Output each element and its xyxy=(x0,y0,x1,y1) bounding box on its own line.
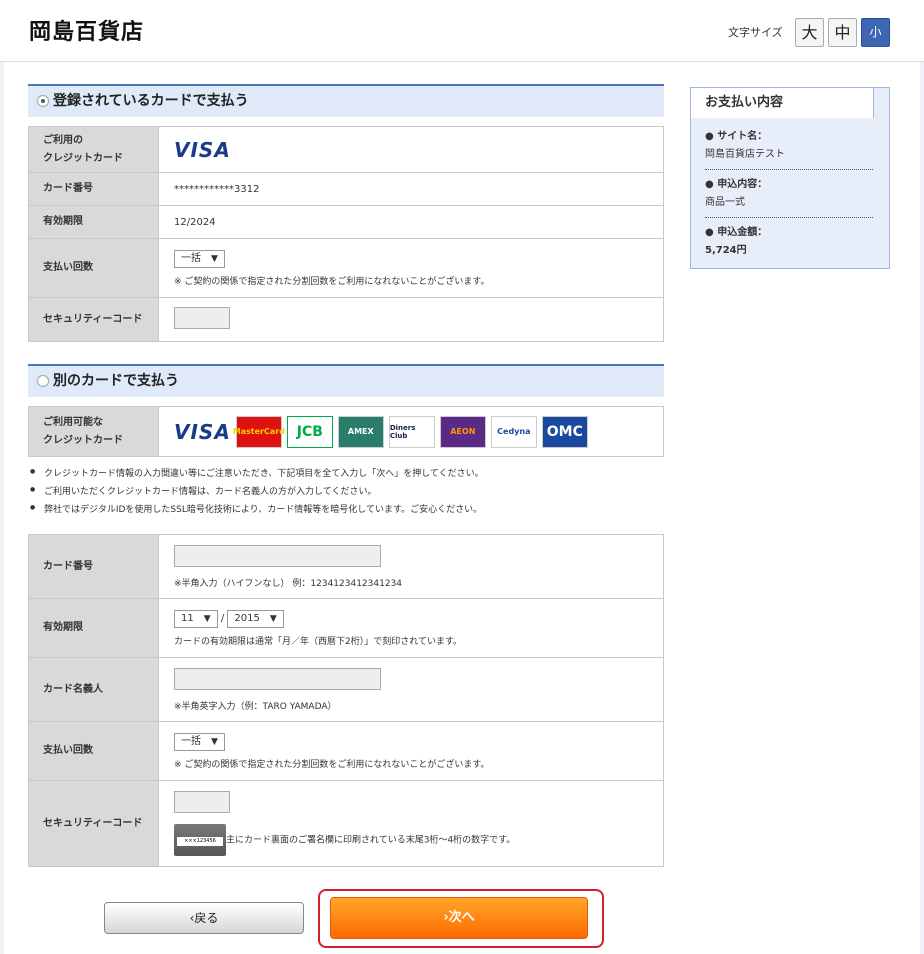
visa-logo: VISA xyxy=(174,419,231,444)
new-installment-note: ※ ご契約の関係で指定された分割回数をご利用になれないことがございます。 xyxy=(174,759,490,770)
expiry-label: 有効期限 xyxy=(28,205,159,239)
installment-select[interactable]: 一括 ▼ xyxy=(174,249,225,268)
omc-logo: OMC xyxy=(541,415,588,448)
font-size-label: 文字サイズ xyxy=(728,26,783,39)
other-card-radio[interactable] xyxy=(37,375,49,387)
card-number-input[interactable] xyxy=(174,544,381,567)
font-size-large-button[interactable]: 大 xyxy=(795,18,824,47)
header: 岡島百貨店 文字サイズ 大 中 小 xyxy=(0,0,924,62)
registered-card-table: ご利用の クレジットカード VISA カード番号 ************331… xyxy=(28,126,664,342)
visa-logo: VISA xyxy=(174,137,231,162)
summary-divider xyxy=(705,169,873,170)
summary-divider xyxy=(705,217,873,218)
other-card-heading-text: 別のカードで支払う xyxy=(53,373,179,389)
summary-title: お支払い内容 xyxy=(690,87,874,118)
new-security-label: セキュリティーコード xyxy=(28,780,159,867)
card-brand-logos: VISA MasterCard JCB AMEX Diners Club AEO… xyxy=(174,415,663,448)
card-back-icon: ×××123456 xyxy=(174,824,226,856)
new-number-label: カード番号 xyxy=(28,534,159,599)
name-label: カード名義人 xyxy=(28,657,159,722)
security-note: 主にカード裏面のご署名欄に印刷されている末尾3桁～4桁の数字です。 xyxy=(226,835,516,846)
instruction-item: ご利用いただくクレジットカード情報は、カード名義人の方が入力してください。 xyxy=(30,484,484,502)
installment-note: ※ ご契約の関係で指定された分割回数をご利用になれないことがございます。 xyxy=(174,276,490,287)
instruction-item: 弊社ではデジタルIDを使用したSSL暗号化技術により、カード情報等を暗号化してい… xyxy=(30,502,484,520)
jcb-logo: JCB xyxy=(286,415,333,448)
number-label: カード番号 xyxy=(28,172,159,206)
card-name-input[interactable] xyxy=(174,667,381,690)
summary-item: ● 申込内容： 商品一式 xyxy=(705,179,768,208)
site-logo[interactable]: 岡島百貨店 xyxy=(29,14,144,46)
font-size-small-button[interactable]: 小 xyxy=(861,18,890,47)
new-security-code-input[interactable] xyxy=(174,791,230,813)
new-expiry-label: 有効期限 xyxy=(28,598,159,658)
payment-summary: お支払い内容 ● サイト名： 岡島百貨店テスト ● 申込内容： 商品一式 ● 申… xyxy=(690,87,890,269)
amex-logo: AMEX xyxy=(337,415,384,448)
expiry-year-select[interactable]: 2015 ▼ xyxy=(227,609,284,628)
other-card-heading[interactable]: 別のカードで支払う xyxy=(28,364,664,397)
card-label: ご利用の クレジットカード xyxy=(28,126,159,173)
expiry-value: 12/2024 xyxy=(158,205,664,239)
name-note: ※半角英字入力（例：TARO YAMADA） xyxy=(174,701,337,712)
expiry-separator: / xyxy=(220,612,225,624)
number-note: ※半角入力（ハイフンなし） 例：1234123412341234 xyxy=(174,578,403,589)
expiry-month-select[interactable]: 11 ▼ xyxy=(174,609,218,628)
next-button[interactable]: ›次へ xyxy=(330,897,588,939)
card-number-value: ************3312 xyxy=(158,172,664,206)
summary-item: ● 申込金額： 5,724円 xyxy=(705,227,768,256)
font-size-medium-button[interactable]: 中 xyxy=(828,18,857,47)
security-label: セキュリティーコード xyxy=(28,297,159,342)
aeon-logo: AEON xyxy=(439,415,486,448)
installment-label: 支払い回数 xyxy=(28,238,159,298)
new-installment-select[interactable]: 一括 ▼ xyxy=(174,732,225,751)
new-card-table: カード番号 ※半角入力（ハイフンなし） 例：1234123412341234 有… xyxy=(28,534,664,867)
diners-logo: Diners Club xyxy=(388,415,435,448)
cedyna-logo: Cedyna xyxy=(490,415,537,448)
instruction-item: クレジットカード情報の入力間違い等にご注意いただき、下記項目を全て入力し「次へ」… xyxy=(30,466,484,484)
security-code-input[interactable] xyxy=(174,307,230,329)
registered-card-radio[interactable] xyxy=(37,95,49,107)
instruction-list: クレジットカード情報の入力間違い等にご注意いただき、下記項目を全て入力し「次へ」… xyxy=(30,466,484,520)
new-installment-label: 支払い回数 xyxy=(28,721,159,781)
expiry-note: カードの有効期限は通常「月／年（西暦下2桁）」で刻印されています。 xyxy=(174,636,463,647)
summary-item: ● サイト名： 岡島百貨店テスト xyxy=(705,131,785,160)
mastercard-logo: MasterCard xyxy=(233,415,285,448)
registered-card-heading-text: 登録されているカードで支払う xyxy=(53,93,249,109)
back-button[interactable]: ‹戻る xyxy=(104,902,304,934)
registered-card-heading[interactable]: 登録されているカードで支払う xyxy=(28,84,664,117)
available-cards-table: ご利用可能な クレジットカード VISA MasterCard JCB AMEX… xyxy=(28,406,664,457)
available-label: ご利用可能な クレジットカード xyxy=(28,406,159,457)
